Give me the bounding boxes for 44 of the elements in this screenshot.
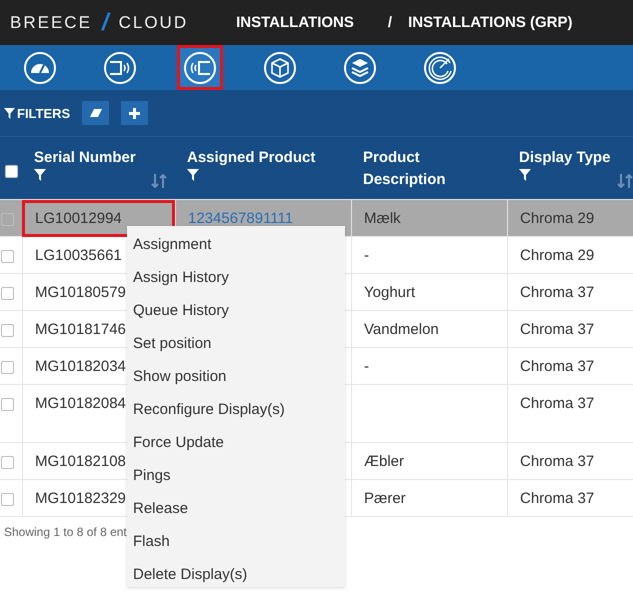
- row-checkbox[interactable]: [1, 493, 14, 506]
- brand-logo-text: BREECE: [10, 12, 92, 32]
- row-checkbox[interactable]: [1, 324, 14, 337]
- breadcrumb-item[interactable]: INSTALLATIONS (GRP): [408, 14, 572, 31]
- sort-icon[interactable]: [151, 173, 167, 189]
- pagination-info: Showing 1 to 8 of 8 ent: [4, 525, 127, 539]
- eraser-button[interactable]: [82, 101, 110, 125]
- filters-label[interactable]: FILTERS: [4, 106, 70, 120]
- table-cell: Chroma 37: [507, 385, 633, 442]
- layers-icon: [343, 50, 377, 84]
- plus-icon: [129, 108, 140, 118]
- table-cell: LG10012994: [22, 200, 175, 237]
- sort-icon[interactable]: [617, 173, 633, 189]
- table-cell: Pærer: [351, 480, 507, 517]
- row-checkbox[interactable]: [1, 250, 14, 263]
- row-checkbox[interactable]: [1, 287, 14, 300]
- gauge-icon: [23, 50, 57, 84]
- brand-logo-text: CLOUD: [118, 12, 188, 32]
- breadcrumb-separator: /: [388, 14, 392, 31]
- column-header[interactable]: Product Description: [363, 147, 495, 191]
- row-checkbox[interactable]: [1, 361, 14, 374]
- breadcrumb-item[interactable]: INSTALLATIONS: [236, 14, 354, 31]
- menu-item[interactable]: Delete Display(s): [127, 558, 345, 591]
- device-signal-icon: [103, 50, 137, 84]
- row-checkbox[interactable]: [1, 456, 14, 469]
- column-header[interactable]: Serial Number: [34, 147, 136, 169]
- eraser-icon: [88, 108, 103, 118]
- filter-icon[interactable]: [34, 169, 46, 181]
- filter-icon[interactable]: [187, 169, 199, 181]
- add-button[interactable]: [121, 101, 148, 125]
- select-all-checkbox[interactable]: [5, 165, 18, 178]
- dial-icon: [423, 50, 457, 84]
- row-checkbox[interactable]: [1, 398, 14, 411]
- table-row[interactable]: LG10012994 1234567891111 Mælk Chroma 29: [0, 200, 633, 237]
- brand-slash: /: [102, 8, 109, 36]
- device-signal-icon: [183, 50, 217, 84]
- menu-item[interactable]: Flash: [127, 525, 345, 558]
- filter-icon[interactable]: [519, 169, 531, 181]
- column-header[interactable]: Display Type: [519, 147, 610, 169]
- nav-button[interactable]: [177, 45, 223, 90]
- filter-icon: [4, 108, 15, 118]
- box-icon: [263, 50, 297, 84]
- table-cell: Chroma 37: [507, 480, 633, 517]
- column-header[interactable]: Assigned Product: [187, 147, 316, 169]
